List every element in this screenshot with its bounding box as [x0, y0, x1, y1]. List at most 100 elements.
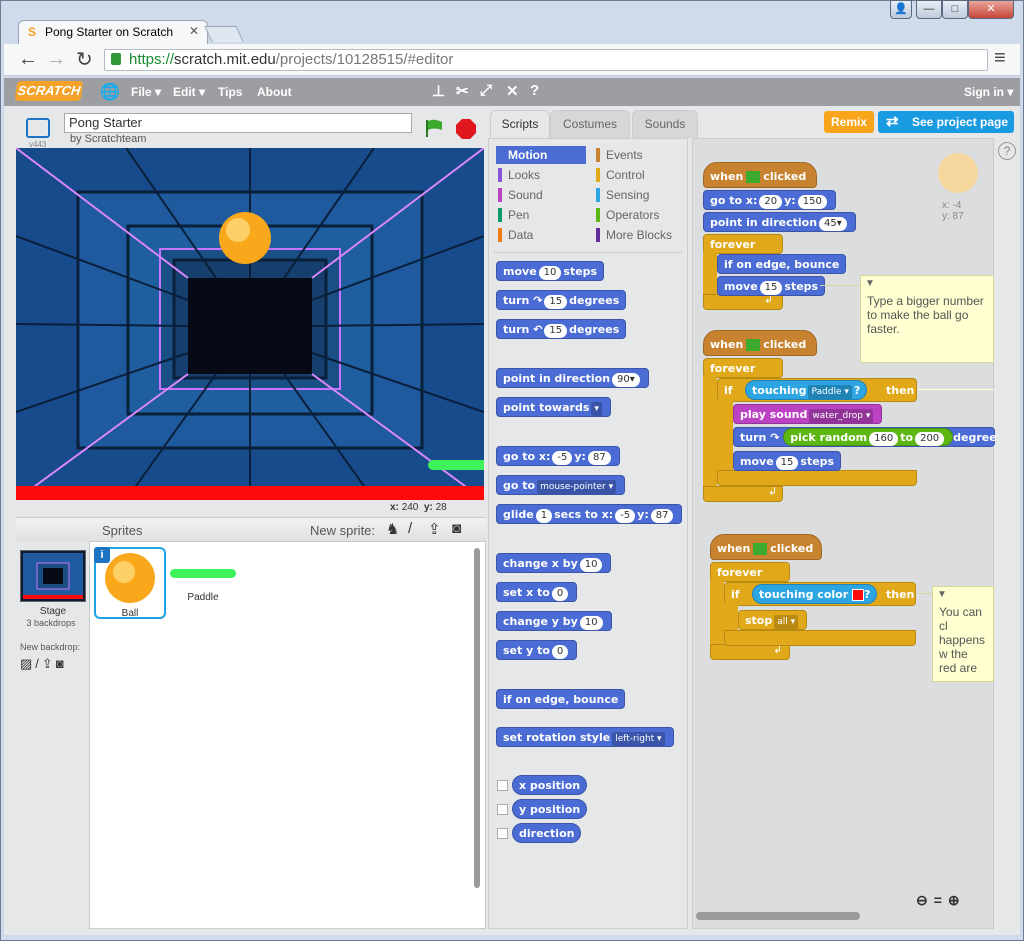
block-forever[interactable]: forever — [703, 358, 783, 378]
category-operators[interactable]: Operators — [594, 206, 684, 224]
zoom-in-icon[interactable]: ⊕ — [948, 892, 966, 908]
category-control[interactable]: Control — [594, 166, 684, 184]
camera-icon[interactable]: ◙ — [452, 520, 461, 537]
color-swatch[interactable] — [851, 589, 864, 601]
block-edge-bounce[interactable]: if on edge, bounce — [496, 689, 626, 709]
block-goto-xy[interactable]: go to x: -5 y: 87 — [496, 446, 620, 466]
menu-tips[interactable]: Tips — [218, 85, 242, 99]
collapse-triangle-icon[interactable]: ▼ — [937, 588, 947, 602]
reporter-direction[interactable]: direction — [512, 823, 582, 843]
forward-arrow-icon[interactable]: → — [46, 48, 66, 71]
remix-button[interactable]: Remix — [824, 111, 874, 133]
sprite-ball[interactable]: i Ball — [94, 547, 166, 619]
backdrop-upload-icon[interactable]: ⇪ — [42, 656, 56, 671]
fullscreen-icon[interactable] — [26, 118, 50, 138]
stop-sign-icon[interactable] — [456, 119, 476, 139]
category-pen[interactable]: Pen — [496, 206, 586, 224]
sprite-library-icon[interactable]: ♞ — [386, 520, 399, 538]
block-change-x[interactable]: change x by 10 — [496, 553, 612, 573]
help-icon[interactable]: ? — [530, 82, 539, 99]
sign-in-menu[interactable]: Sign in ▾ — [964, 85, 1013, 99]
when-flag-clicked-hat[interactable]: when clicked — [703, 162, 817, 188]
close-tab-icon[interactable]: ✕ — [189, 24, 199, 38]
user-icon[interactable]: 👤 — [890, 0, 912, 19]
globe-icon[interactable]: 🌐 — [100, 82, 120, 102]
menu-about[interactable]: About — [257, 85, 292, 99]
block-set-y[interactable]: set y to 0 — [496, 640, 578, 660]
paint-brush-icon[interactable]: / — [408, 520, 412, 537]
reload-icon[interactable]: ↻ — [76, 47, 93, 72]
block-glide[interactable]: glide 1 secs to x: -5 y: 87 — [496, 504, 683, 524]
sprite-scrollbar-track[interactable] — [472, 548, 482, 922]
reporter-y-position[interactable]: y position — [512, 799, 588, 819]
category-data[interactable]: Data — [496, 226, 586, 244]
block-turn-left[interactable]: turn ↶ 15 degrees — [496, 319, 627, 339]
when-flag-clicked-hat[interactable]: when clicked — [703, 330, 817, 356]
block-play-sound[interactable]: play sound water_drop ▾ — [733, 404, 883, 424]
y-position-checkbox[interactable] — [497, 804, 508, 815]
stage-canvas[interactable] — [16, 148, 484, 500]
tab-scripts[interactable]: Scripts — [490, 110, 550, 138]
collapse-triangle-icon[interactable]: ▼ — [865, 277, 875, 291]
comment-note-1[interactable]: ▼ Type a bigger number to make the ball … — [860, 275, 994, 363]
block-point-towards[interactable]: point towards ▾ — [496, 397, 611, 417]
back-arrow-icon[interactable]: ← — [18, 48, 38, 71]
backdrop-paint-icon[interactable]: / — [35, 656, 42, 671]
block-touching-color[interactable]: touching color ? — [752, 584, 878, 604]
block-forever[interactable]: forever — [703, 234, 783, 254]
block-move-steps[interactable]: move 15 steps — [717, 276, 826, 296]
block-move-steps[interactable]: move 10 steps — [496, 261, 605, 281]
category-sensing[interactable]: Sensing — [594, 186, 684, 204]
shrink-icon[interactable]: ✕ — [506, 82, 519, 100]
green-flag-icon[interactable] — [424, 118, 444, 138]
block-point-direction[interactable]: point in direction 45▾ — [703, 212, 856, 232]
help-circle-icon[interactable]: ? — [998, 142, 1016, 160]
block-point-direction[interactable]: point in direction 90▾ — [496, 368, 649, 388]
cut-scissors-icon[interactable]: ✂ — [456, 82, 469, 100]
x-position-checkbox[interactable] — [497, 780, 508, 791]
block-touching-sprite[interactable]: touching Paddle ▾? — [745, 380, 868, 400]
scratch-logo[interactable]: SCRATCH — [14, 81, 84, 101]
block-edge-bounce[interactable]: if on edge, bounce — [717, 254, 847, 274]
info-icon[interactable]: i — [94, 547, 110, 563]
browser-tab[interactable]: S Pong Starter on Scratch ✕ — [18, 20, 208, 44]
menu-icon[interactable]: ≡ — [994, 47, 1006, 70]
close-window-icon[interactable]: ✕ — [968, 0, 1014, 19]
minimize-icon[interactable]: — — [916, 0, 942, 19]
menu-file[interactable]: File ▾ — [131, 85, 161, 99]
script-scrollbar-thumb[interactable] — [696, 912, 860, 920]
when-flag-clicked-hat[interactable]: when clicked — [710, 534, 822, 560]
category-more-blocks[interactable]: More Blocks — [594, 226, 684, 244]
new-tab-button[interactable] — [204, 26, 244, 42]
zoom-reset-icon[interactable]: = — [934, 892, 948, 908]
block-goto-xy[interactable]: go to x: 20 y: 150 — [703, 190, 836, 210]
comment-note-2[interactable]: ▼ You can cl happens w the red are — [932, 586, 994, 682]
block-turn-right[interactable]: turn ↷ 15 degrees — [496, 290, 627, 310]
backdrop-camera-icon[interactable]: ◙ — [56, 656, 67, 671]
maximize-icon[interactable]: □ — [942, 0, 968, 19]
stage-thumbnail[interactable] — [20, 550, 86, 602]
tab-sounds[interactable]: Sounds — [632, 110, 698, 138]
menu-edit[interactable]: Edit ▾ — [173, 85, 205, 99]
reporter-x-position[interactable]: x position — [512, 775, 588, 795]
backdrop-library-icon[interactable]: ▨ — [20, 656, 35, 671]
duplicate-stamp-icon[interactable]: ⊥ — [432, 82, 445, 100]
sprite-paddle[interactable]: Paddle — [167, 547, 239, 619]
category-looks[interactable]: Looks — [496, 166, 586, 184]
block-pick-random[interactable]: pick random 160 to 200 — [783, 428, 954, 446]
category-sound[interactable]: Sound — [496, 186, 586, 204]
block-turn-random[interactable]: turn ↷ pick random 160 to 200 degree — [733, 427, 997, 447]
category-events[interactable]: Events — [594, 146, 684, 164]
tab-costumes[interactable]: Costumes — [550, 110, 630, 138]
block-forever[interactable]: forever — [710, 562, 790, 582]
category-motion[interactable]: Motion — [496, 146, 586, 164]
address-bar[interactable]: https://scratch.mit.edu/projects/1012851… — [104, 49, 988, 71]
grow-icon[interactable]: ⤢ — [480, 82, 492, 99]
block-rotation-style[interactable]: set rotation style left-right ▾ — [496, 727, 674, 747]
sprite-scrollbar-thumb[interactable] — [474, 548, 480, 888]
see-project-page-button[interactable]: ⇄ See project page — [878, 111, 1014, 133]
block-stop[interactable]: stop all ▾ — [738, 610, 808, 630]
zoom-out-icon[interactable]: ⊖ — [916, 892, 934, 908]
direction-checkbox[interactable] — [497, 828, 508, 839]
block-goto[interactable]: go to mouse-pointer ▾ — [496, 475, 626, 495]
